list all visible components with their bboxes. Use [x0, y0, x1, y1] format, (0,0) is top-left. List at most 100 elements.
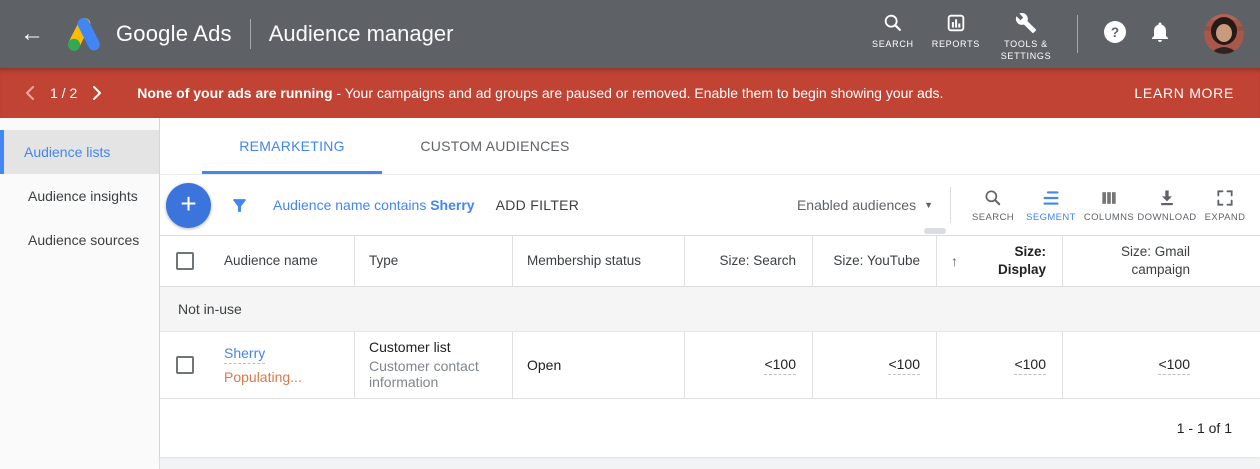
size-display-cell: <100 — [937, 332, 1063, 398]
banner-next-icon[interactable] — [91, 85, 103, 101]
banner-message-headline: None of your ads are running — [137, 85, 332, 101]
search-nav-button[interactable]: SEARCH — [872, 6, 914, 51]
membership-status-value: Open — [527, 357, 561, 373]
columns-icon — [1099, 187, 1119, 209]
table-search-button[interactable]: SEARCH — [964, 187, 1022, 223]
membership-status-cell: Open — [513, 332, 685, 398]
main-panel: REMARKETING CUSTOM AUDIENCES + Audience … — [160, 118, 1260, 469]
page-title: Audience manager — [269, 21, 454, 47]
size-search-cell: <100 — [685, 332, 813, 398]
content-area: Audience lists Audience insights Audienc… — [0, 118, 1260, 469]
reports-icon — [945, 12, 967, 34]
size-display-value: <100 — [1014, 356, 1046, 375]
page-background — [160, 457, 1260, 469]
column-header-type[interactable]: Type — [355, 236, 513, 286]
chevron-down-icon: ▼ — [924, 200, 933, 210]
segment-icon — [1041, 187, 1061, 209]
column-header-size-display[interactable]: ↑Size: Display — [937, 236, 1063, 286]
banner-previous-icon[interactable] — [24, 85, 36, 101]
audience-card: REMARKETING CUSTOM AUDIENCES + Audience … — [160, 118, 1260, 457]
wrench-icon — [1015, 12, 1037, 34]
column-header-size-youtube[interactable]: Size: YouTube — [813, 236, 937, 286]
sidebar-item-audience-sources[interactable]: Audience sources — [0, 218, 159, 262]
learn-more-button[interactable]: LEARN MORE — [1124, 77, 1244, 109]
table-expand-button[interactable]: EXPAND — [1196, 187, 1254, 223]
table-columns-label: COLUMNS — [1084, 212, 1134, 223]
size-search-value: <100 — [764, 356, 796, 375]
table-header-row: Audience name Type Membership status Siz… — [160, 235, 1260, 287]
banner-message: None of your ads are running - Your camp… — [137, 85, 943, 101]
table-search-label: SEARCH — [972, 212, 1014, 223]
search-nav-label: SEARCH — [872, 39, 914, 51]
sidebar: Audience lists Audience insights Audienc… — [0, 118, 160, 469]
tools-settings-nav-button[interactable]: TOOLS & SETTINGS — [998, 6, 1054, 62]
reports-nav-button[interactable]: REPORTS — [932, 6, 980, 51]
create-audience-button[interactable]: + — [166, 183, 211, 228]
bell-icon — [1148, 20, 1172, 49]
select-all-checkbox[interactable] — [176, 252, 194, 270]
group-row-not-in-use: Not in-use — [160, 287, 1260, 332]
search-icon — [882, 12, 904, 34]
download-icon — [1157, 187, 1177, 209]
banner-message-detail: - Your campaigns and ad groups are pause… — [333, 85, 944, 101]
pagination-label: 1 - 1 of 1 — [1177, 420, 1232, 436]
audience-view-dropdown[interactable]: Enabled audiences ▼ — [797, 197, 933, 213]
audience-name-cell: Sherry Populating... — [210, 332, 355, 398]
row-select-cell — [160, 332, 210, 398]
filter-chip-label: Audience name contains — [273, 197, 430, 213]
appbar-nav: SEARCH REPORTS — [863, 6, 1063, 62]
table-segment-label: SEGMENT — [1026, 212, 1076, 223]
size-youtube-cell: <100 — [813, 332, 937, 398]
size-gmail-value: <100 — [1158, 356, 1190, 375]
table-download-button[interactable]: DOWNLOAD — [1138, 187, 1196, 223]
sidebar-item-audience-insights[interactable]: Audience insights — [0, 174, 159, 218]
google-ads-logo-icon[interactable] — [64, 16, 104, 52]
type-value: Customer list — [369, 339, 498, 356]
tools-settings-nav-label: TOOLS & SETTINGS — [998, 39, 1054, 62]
google-ads-audience-manager: ← Google Ads Audience manager SEARCH — [0, 0, 1260, 469]
tab-bar: REMARKETING CUSTOM AUDIENCES — [160, 118, 1260, 175]
filter-chip-value: Sherry — [430, 197, 474, 213]
active-filter-chip[interactable]: Audience name contains Sherry — [273, 197, 475, 213]
column-header-size-search[interactable]: Size: Search — [685, 236, 813, 286]
back-arrow-icon[interactable]: ← — [20, 0, 50, 68]
table-toolbar: + Audience name contains Sherry ADD FILT… — [160, 175, 1260, 235]
warning-banner: 1 / 2 None of your ads are running - You… — [0, 68, 1260, 118]
row-checkbox[interactable] — [176, 356, 194, 374]
search-icon — [983, 187, 1003, 209]
table-segment-button[interactable]: SEGMENT — [1022, 187, 1080, 223]
audience-name-link[interactable]: Sherry — [224, 345, 265, 364]
add-filter-button[interactable]: ADD FILTER — [496, 197, 580, 213]
product-name: Google Ads — [116, 21, 232, 47]
table-row: Sherry Populating... Customer list Custo… — [160, 332, 1260, 399]
audience-view-dropdown-value: Enabled audiences — [797, 197, 916, 213]
table-download-label: DOWNLOAD — [1137, 212, 1196, 223]
sidebar-item-audience-lists[interactable]: Audience lists — [0, 130, 159, 174]
table-expand-label: EXPAND — [1205, 212, 1246, 223]
app-bar: ← Google Ads Audience manager SEARCH — [0, 0, 1260, 68]
expand-icon — [1215, 187, 1235, 209]
help-button[interactable]: ? — [1102, 19, 1128, 50]
svg-text:?: ? — [1111, 25, 1119, 40]
tab-custom-audiences[interactable]: CUSTOM AUDIENCES — [382, 118, 608, 174]
column-header-membership-status[interactable]: Membership status — [513, 236, 685, 286]
reports-nav-label: REPORTS — [932, 39, 980, 51]
filter-icon[interactable] — [230, 196, 249, 215]
sort-ascending-icon: ↑ — [951, 252, 958, 270]
appbar-divider — [1077, 15, 1078, 53]
size-youtube-value: <100 — [888, 356, 920, 375]
notifications-button[interactable] — [1148, 20, 1172, 49]
table-columns-button[interactable]: COLUMNS — [1080, 187, 1138, 223]
table-footer: 1 - 1 of 1 — [160, 399, 1260, 457]
user-avatar[interactable] — [1204, 14, 1244, 54]
tab-remarketing[interactable]: REMARKETING — [202, 118, 382, 174]
column-header-audience-name[interactable]: Audience name — [210, 236, 355, 286]
column-header-size-gmail-campaign[interactable]: Size: Gmail campaign — [1063, 236, 1260, 286]
type-cell: Customer list Customer contact informati… — [355, 332, 513, 398]
banner-pager: 1 / 2 — [50, 85, 77, 101]
plus-icon: + — [180, 188, 196, 220]
horizontal-scrollbar-thumb[interactable] — [924, 228, 946, 234]
type-detail: Customer contact information — [369, 358, 498, 391]
populating-status: Populating... — [224, 369, 302, 385]
appbar-divider — [250, 19, 251, 49]
